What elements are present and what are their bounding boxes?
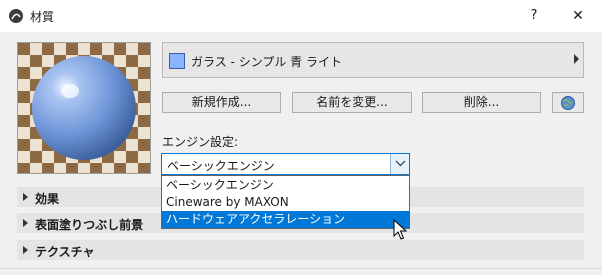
- sphere-preview-image: [18, 43, 150, 173]
- globe-icon: [561, 96, 575, 110]
- expand-triangle-icon: [23, 219, 28, 227]
- material-color-swatch: [169, 53, 185, 69]
- material-app-icon: [9, 9, 23, 23]
- title-bar: 材質 ? ✕: [0, 0, 602, 32]
- engine-options-list: ベーシックエンジン Cineware by MAXON ハードウェアアクセラレー…: [161, 175, 410, 229]
- chevron-down-icon: [395, 160, 406, 167]
- section-label: テクスチャ: [35, 245, 95, 259]
- chevron-right-icon: [574, 54, 579, 64]
- expand-triangle-icon: [23, 246, 28, 254]
- engine-option-basic[interactable]: ベーシックエンジン: [162, 177, 409, 194]
- section-label: 効果: [35, 192, 60, 206]
- globe-button[interactable]: [552, 92, 584, 113]
- engine-dropdown-toggle[interactable]: [390, 154, 409, 174]
- section-texture[interactable]: テクスチャ: [17, 240, 584, 260]
- material-name: ガラス - シンプル 青 ライト: [191, 55, 342, 69]
- divider: [0, 268, 602, 269]
- rename-button[interactable]: 名前を変更...: [292, 92, 412, 113]
- mouse-cursor-icon: [393, 219, 407, 240]
- new-material-button[interactable]: 新規作成...: [162, 92, 281, 113]
- engine-option-hardware-acceleration[interactable]: ハードウェアアクセラレーション: [162, 211, 409, 228]
- window-title: 材質: [30, 10, 55, 24]
- engine-settings-label: エンジン設定:: [162, 135, 239, 149]
- material-preview: [17, 42, 151, 174]
- expand-triangle-icon: [23, 193, 28, 201]
- engine-selected-value: ベーシックエンジン: [167, 159, 275, 173]
- delete-button[interactable]: 削除...: [422, 92, 541, 113]
- help-button[interactable]: ?: [523, 6, 545, 26]
- engine-dropdown[interactable]: ベーシックエンジン: [161, 153, 410, 175]
- section-label: 表面塗りつぶし前景: [35, 218, 144, 232]
- material-selector[interactable]: ガラス - シンプル 青 ライト: [162, 42, 584, 78]
- close-button[interactable]: ✕: [567, 6, 589, 26]
- engine-option-cineware[interactable]: Cineware by MAXON: [162, 194, 409, 211]
